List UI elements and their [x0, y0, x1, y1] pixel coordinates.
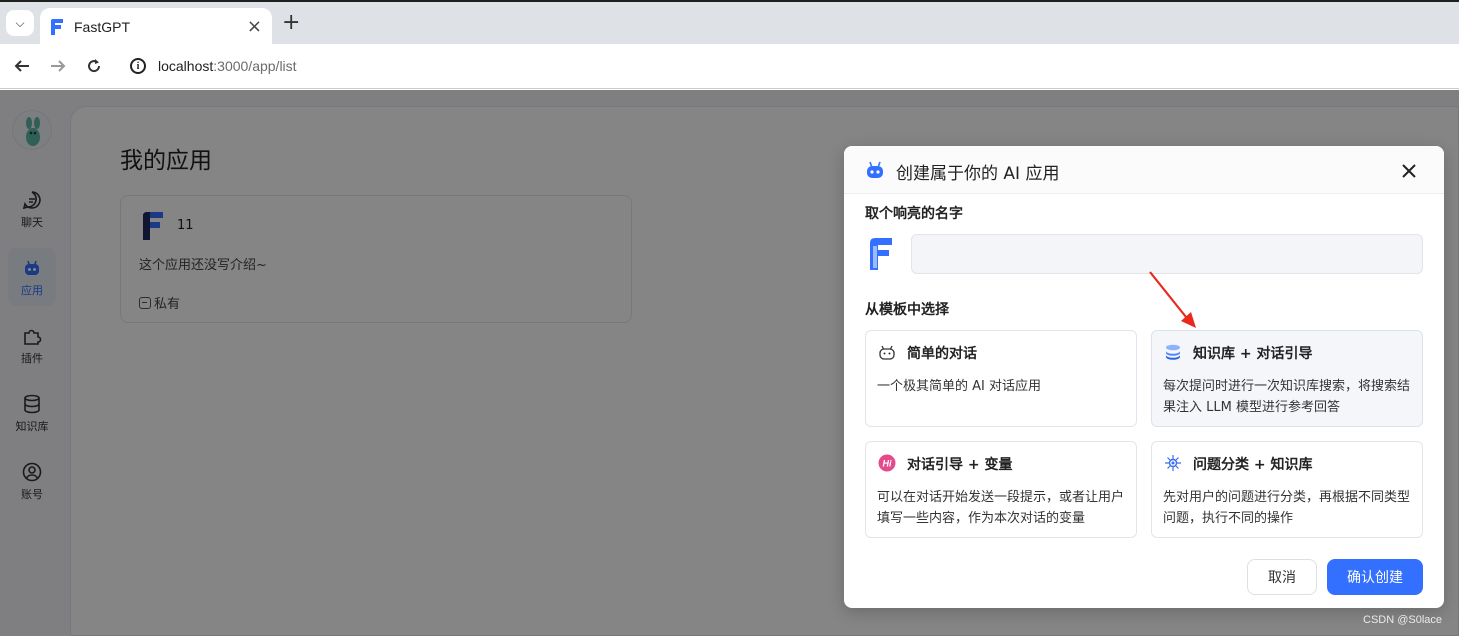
- template-title: 简单的对话: [907, 346, 977, 362]
- browser-tab[interactable]: FastGPT ×: [40, 8, 272, 46]
- template-title: 对话引导 + 变量: [907, 457, 1013, 473]
- cancel-button[interactable]: 取消: [1247, 559, 1317, 595]
- close-icon[interactable]: [1398, 160, 1420, 182]
- browser-tabstrip: ⌵ FastGPT × +: [0, 0, 1459, 46]
- template-label: 从模板中选择: [865, 302, 949, 318]
- info-icon[interactable]: i: [130, 58, 146, 74]
- template-desc: 可以在对话开始发送一段提示，或者让用户填写一些内容，作为本次对话的变量: [877, 490, 1125, 526]
- template-card-classify-kb[interactable]: 问题分类 + 知识库 先对用户的问题进行分类，再根据不同类型问题，执行不同的操作: [1151, 441, 1423, 538]
- arrow-left-icon[interactable]: [10, 54, 34, 78]
- plus-icon[interactable]: +: [282, 12, 300, 34]
- name-label: 取个响亮的名字: [865, 206, 963, 222]
- template-card-simple-chat[interactable]: 简单的对话 一个极其简单的 AI 对话应用: [865, 330, 1137, 427]
- reload-icon[interactable]: [82, 54, 106, 78]
- template-desc: 一个极其简单的 AI 对话应用: [877, 379, 1041, 394]
- arrow-right-icon[interactable]: [46, 54, 70, 78]
- address-bar[interactable]: i localhost:3000/app/list: [120, 48, 1459, 84]
- hi-badge-icon: Hi: [878, 454, 896, 472]
- modal-header: 创建属于你的 AI 应用: [844, 146, 1444, 194]
- database-stack-icon: [1166, 344, 1180, 360]
- annotation-arrow-icon: [1149, 271, 1196, 328]
- template-card-kb-guide[interactable]: 知识库 + 对话引导 每次提问时进行一次知识库搜索，将搜索结果注入 LLM 模型…: [1151, 330, 1423, 427]
- url-host: localhost: [158, 58, 214, 74]
- svg-text:Hi: Hi: [883, 459, 892, 469]
- template-title: 问题分类 + 知识库: [1193, 457, 1313, 473]
- modal-title: 创建属于你的 AI 应用: [896, 164, 1060, 184]
- confirm-create-button[interactable]: 确认创建: [1327, 559, 1423, 595]
- tab-title: FastGPT: [74, 19, 131, 35]
- url-path: :3000/app/list: [213, 58, 297, 74]
- browser-toolbar: i localhost:3000/app/list: [0, 44, 1459, 89]
- bot-face-icon: [879, 345, 895, 360]
- chevron-down-icon[interactable]: ⌵: [6, 10, 34, 36]
- app-avatar-icon[interactable]: [868, 238, 894, 270]
- template-title: 知识库 + 对话引导: [1193, 346, 1313, 362]
- template-desc: 先对用户的问题进行分类，再根据不同类型问题，执行不同的操作: [1163, 490, 1411, 526]
- template-card-guide-variables[interactable]: Hi 对话引导 + 变量 可以在对话开始发送一段提示，或者让用户填写一些内容，作…: [865, 441, 1137, 538]
- template-desc: 每次提问时进行一次知识库搜索，将搜索结果注入 LLM 模型进行参考回答: [1163, 379, 1411, 415]
- create-app-modal: 创建属于你的 AI 应用 取个响亮的名字 从模板中选择 简单的对话 一个极其简单…: [844, 146, 1444, 608]
- sparkle-icon: [1165, 455, 1181, 471]
- watermark: CSDN @S0lace: [1363, 614, 1443, 626]
- robot-icon: [867, 161, 883, 178]
- close-icon[interactable]: ×: [247, 18, 262, 36]
- fastgpt-favicon-icon: [50, 19, 64, 35]
